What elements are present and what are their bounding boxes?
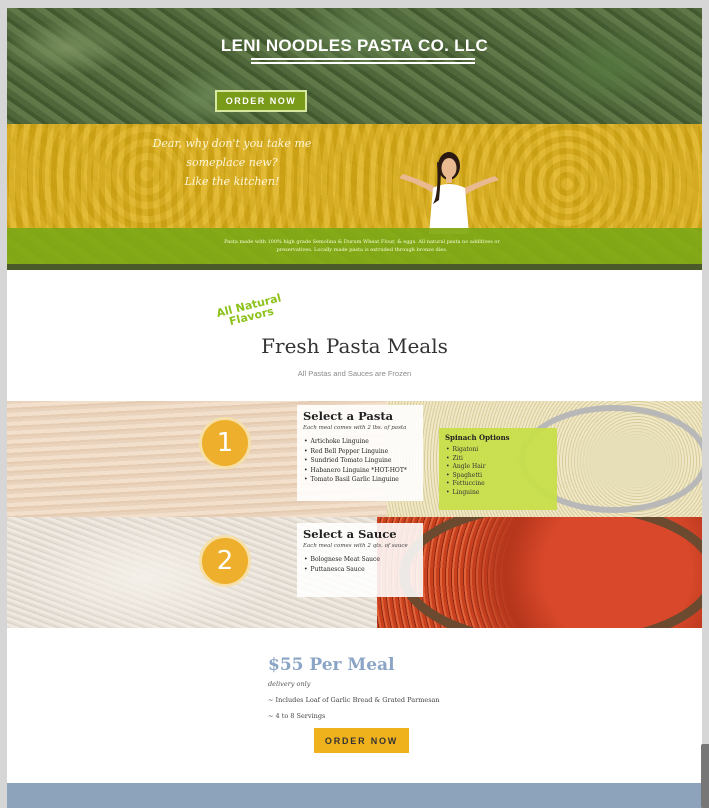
tagline: Dear, why don't you take me someplace ne…	[147, 134, 317, 191]
list-item: Sundried Tomato Linguine	[311, 456, 417, 466]
step-select-pasta: 1 Select a Pasta Each meal comes with 2 …	[7, 401, 702, 517]
delivery-note: delivery only	[268, 680, 311, 688]
pasta-card-note: Each meal comes with 2 lbs. of pasta	[303, 425, 407, 431]
site-title: LENI NOODLES PASTA CO. LLC	[220, 36, 489, 55]
side-scroll-tab[interactable]	[701, 744, 709, 808]
pasta-card: Select a Pasta Each meal comes with 2 lb…	[297, 405, 423, 501]
list-item: Red Bell Pepper Linguine	[311, 447, 417, 457]
hero-bottom-edge	[7, 264, 702, 270]
hero-overlay	[7, 8, 702, 128]
step-number-2: 2	[199, 535, 251, 587]
list-item: Rigatoni	[453, 446, 551, 455]
description-band: Pasta made with 100% high grade Semolina…	[7, 228, 702, 264]
sauce-list: Bolognese Meat Sauce Puttanesca Sauce	[303, 555, 417, 574]
list-item: Ziti	[453, 455, 551, 464]
step-select-sauce: 2 Select a Sauce Each meal comes with 2 …	[7, 517, 702, 628]
sauce-card: Select a Sauce Each meal comes with 2 qt…	[297, 523, 423, 597]
hero-order-now-button[interactable]: ORDER NOW	[215, 90, 307, 112]
list-item: Habanero Linguine *HOT-HOT*	[311, 466, 417, 476]
list-item: Fettuccine	[453, 480, 551, 489]
section-subtitle: All Pastas and Sauces are Frozen	[297, 369, 412, 378]
section-title: Fresh Pasta Meals	[261, 334, 448, 358]
list-item: Linguine	[453, 489, 551, 498]
tagline-line: Like the kitchen!	[184, 175, 280, 188]
includes-bread: ~ Includes Loaf of Garlic Bread & Grated…	[268, 696, 440, 704]
pasta-card-title: Select a Pasta	[303, 409, 394, 423]
list-item: Bolognese Meat Sauce	[311, 555, 417, 565]
title-underline-2	[251, 62, 475, 64]
list-item: Tomato Basil Garlic Linguine	[311, 475, 417, 485]
list-item: Artichoke Linguine	[311, 437, 417, 447]
includes-servings: ~ 4 to 8 Servings	[268, 712, 326, 720]
price: $55 Per Meal	[268, 655, 395, 675]
all-natural-badge: All Natural Flavors	[215, 291, 285, 329]
list-item: Spaghetti	[453, 472, 551, 481]
hero-banner: LENI NOODLES PASTA CO. LLC ORDER NOW Dea…	[7, 8, 702, 270]
order-now-button[interactable]: ORDER NOW	[314, 728, 409, 753]
list-item: Puttanesca Sauce	[311, 565, 417, 575]
tagline-line: Dear, why don't you take me	[152, 137, 312, 150]
pasta-list: Artichoke Linguine Red Bell Pepper Lingu…	[303, 437, 417, 485]
woman-shrugging-photo	[399, 152, 499, 234]
sauce-card-title: Select a Sauce	[303, 527, 397, 541]
page: LENI NOODLES PASTA CO. LLC ORDER NOW Dea…	[7, 8, 702, 808]
spinach-list: Rigatoni Ziti Angle Hair Spaghetti Fettu…	[445, 446, 551, 497]
footer-band	[7, 783, 702, 808]
tagline-line: someplace new?	[186, 156, 278, 169]
spinach-options-title: Spinach Options	[445, 433, 510, 442]
list-item: Angle Hair	[453, 463, 551, 472]
pasta-description: Pasta made with 100% high grade Semolina…	[224, 239, 500, 253]
spinach-options-card: Spinach Options Rigatoni Ziti Angle Hair…	[439, 428, 557, 510]
step-number-1: 1	[199, 417, 251, 469]
sauce-card-note: Each meal comes with 2 qts. of sauce	[303, 543, 408, 549]
title-underline	[251, 58, 475, 60]
tagline-band: Dear, why don't you take me someplace ne…	[7, 124, 702, 234]
pot-rim	[399, 517, 702, 628]
